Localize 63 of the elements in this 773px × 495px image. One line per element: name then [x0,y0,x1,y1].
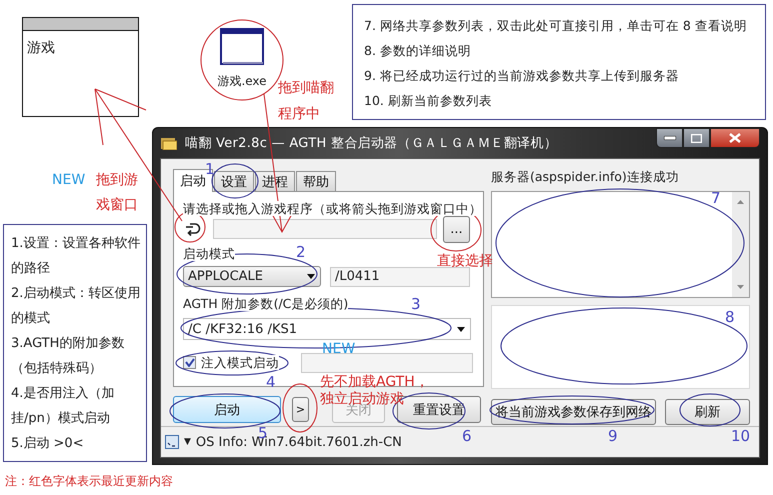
annotation-text: 戏窗口 [96,197,138,213]
annotation-text: 拖到喵翻 [278,80,334,96]
annotation-ellipse [680,394,740,426]
input-field[interactable] [301,352,473,372]
help-text: 7. 网络共享参数列表，双击此处可直接引用，单击可在 8 查看说明 [364,17,748,35]
annotation-text: 6 [462,428,472,444]
crosshair-icon[interactable] [183,221,201,237]
maximize-icon [691,134,702,142]
annotation-text: 7 [711,190,721,206]
folder-icon [161,136,177,150]
maximize-button[interactable] [683,128,710,148]
minimize-icon [664,136,676,140]
agth-dropdown[interactable]: /C /KF32:16 /KS1 [183,318,471,340]
button[interactable]: 刷新 [665,399,750,425]
dropdown-toggle[interactable]: ▼ [184,437,191,447]
dropdown-arrow-icon [457,326,465,332]
annotation-circle [282,384,318,432]
annotation-text: 直接选择 [437,253,493,269]
program-path-field[interactable] [213,219,437,239]
field-label: AGTH 附加参数(/C是必须的) [183,296,348,311]
annotation-text: 先不加载AGTH， [320,374,429,390]
tab[interactable]: 帮助 [296,171,336,191]
annotation-text: 拖到游 [96,172,138,188]
tab[interactable]: 设置 [214,171,254,191]
button[interactable]: > [292,397,309,422]
field-label: 启动模式 [183,246,235,261]
parameter-field[interactable]: /L0411 [330,266,470,286]
help-text: 2.启动模式：转区使用的模式 [11,285,142,328]
close-icon [729,133,741,143]
window-title: 喵翻 Ver2.8c — AGTH 整合启动器（ＧＡＬＧＡＭＥ翻译机） [185,135,558,152]
help-text: 9. 将已经成功运行过的当前游戏参数共享上传到服务器 [364,67,680,85]
annotation-text: NEW [52,172,86,188]
checkbox[interactable] [183,356,196,369]
help-text: 5.启动 >0< [11,435,85,453]
file-label: 游戏.exe [217,73,267,90]
help-text: 10. 刷新当前参数列表 [364,92,493,110]
checkbox-label: 注入模式启动 [201,355,279,370]
footer-note: 注：红色字体表示最近更新内容 [5,473,173,490]
help-text: 1.设置：设置各种软件的路径 [11,235,142,278]
annotation-text: 10 [731,428,750,444]
button[interactable]: 将当前游戏参数保存到网络 [491,399,656,425]
dropdown-arrow-icon [307,274,315,279]
annotation-ellipse [212,164,258,198]
annotation-text: 2 [296,244,306,260]
help-text: 8. 参数的详细说明 [364,42,472,60]
game-window-text: 游戏 [27,39,55,57]
annotation-text: 程序中 [278,106,320,122]
close-button[interactable] [710,128,760,148]
help-text: 4.是否用注入（加挂/pn）模式启动 [11,385,116,428]
console-icon[interactable] [165,435,179,449]
scroll-up-icon[interactable] [737,200,744,204]
window-icon [220,28,264,65]
mode-dropdown[interactable]: APPLOCALE [183,266,321,287]
server-status: 服务器(aspspider.info)连接成功 [491,169,680,185]
annotation-text: 3 [411,296,421,312]
scroll-down-icon[interactable] [737,285,744,289]
annotation-text: 9 [608,428,618,444]
annotation-text: 8 [725,309,735,325]
browse-button[interactable]: ... [443,216,470,242]
minimize-button[interactable] [656,128,683,148]
help-text: 3.AGTH的附加参数（包括特殊码） [11,335,126,378]
button[interactable]: 启动 [173,396,281,423]
scrollbar[interactable] [732,192,749,297]
